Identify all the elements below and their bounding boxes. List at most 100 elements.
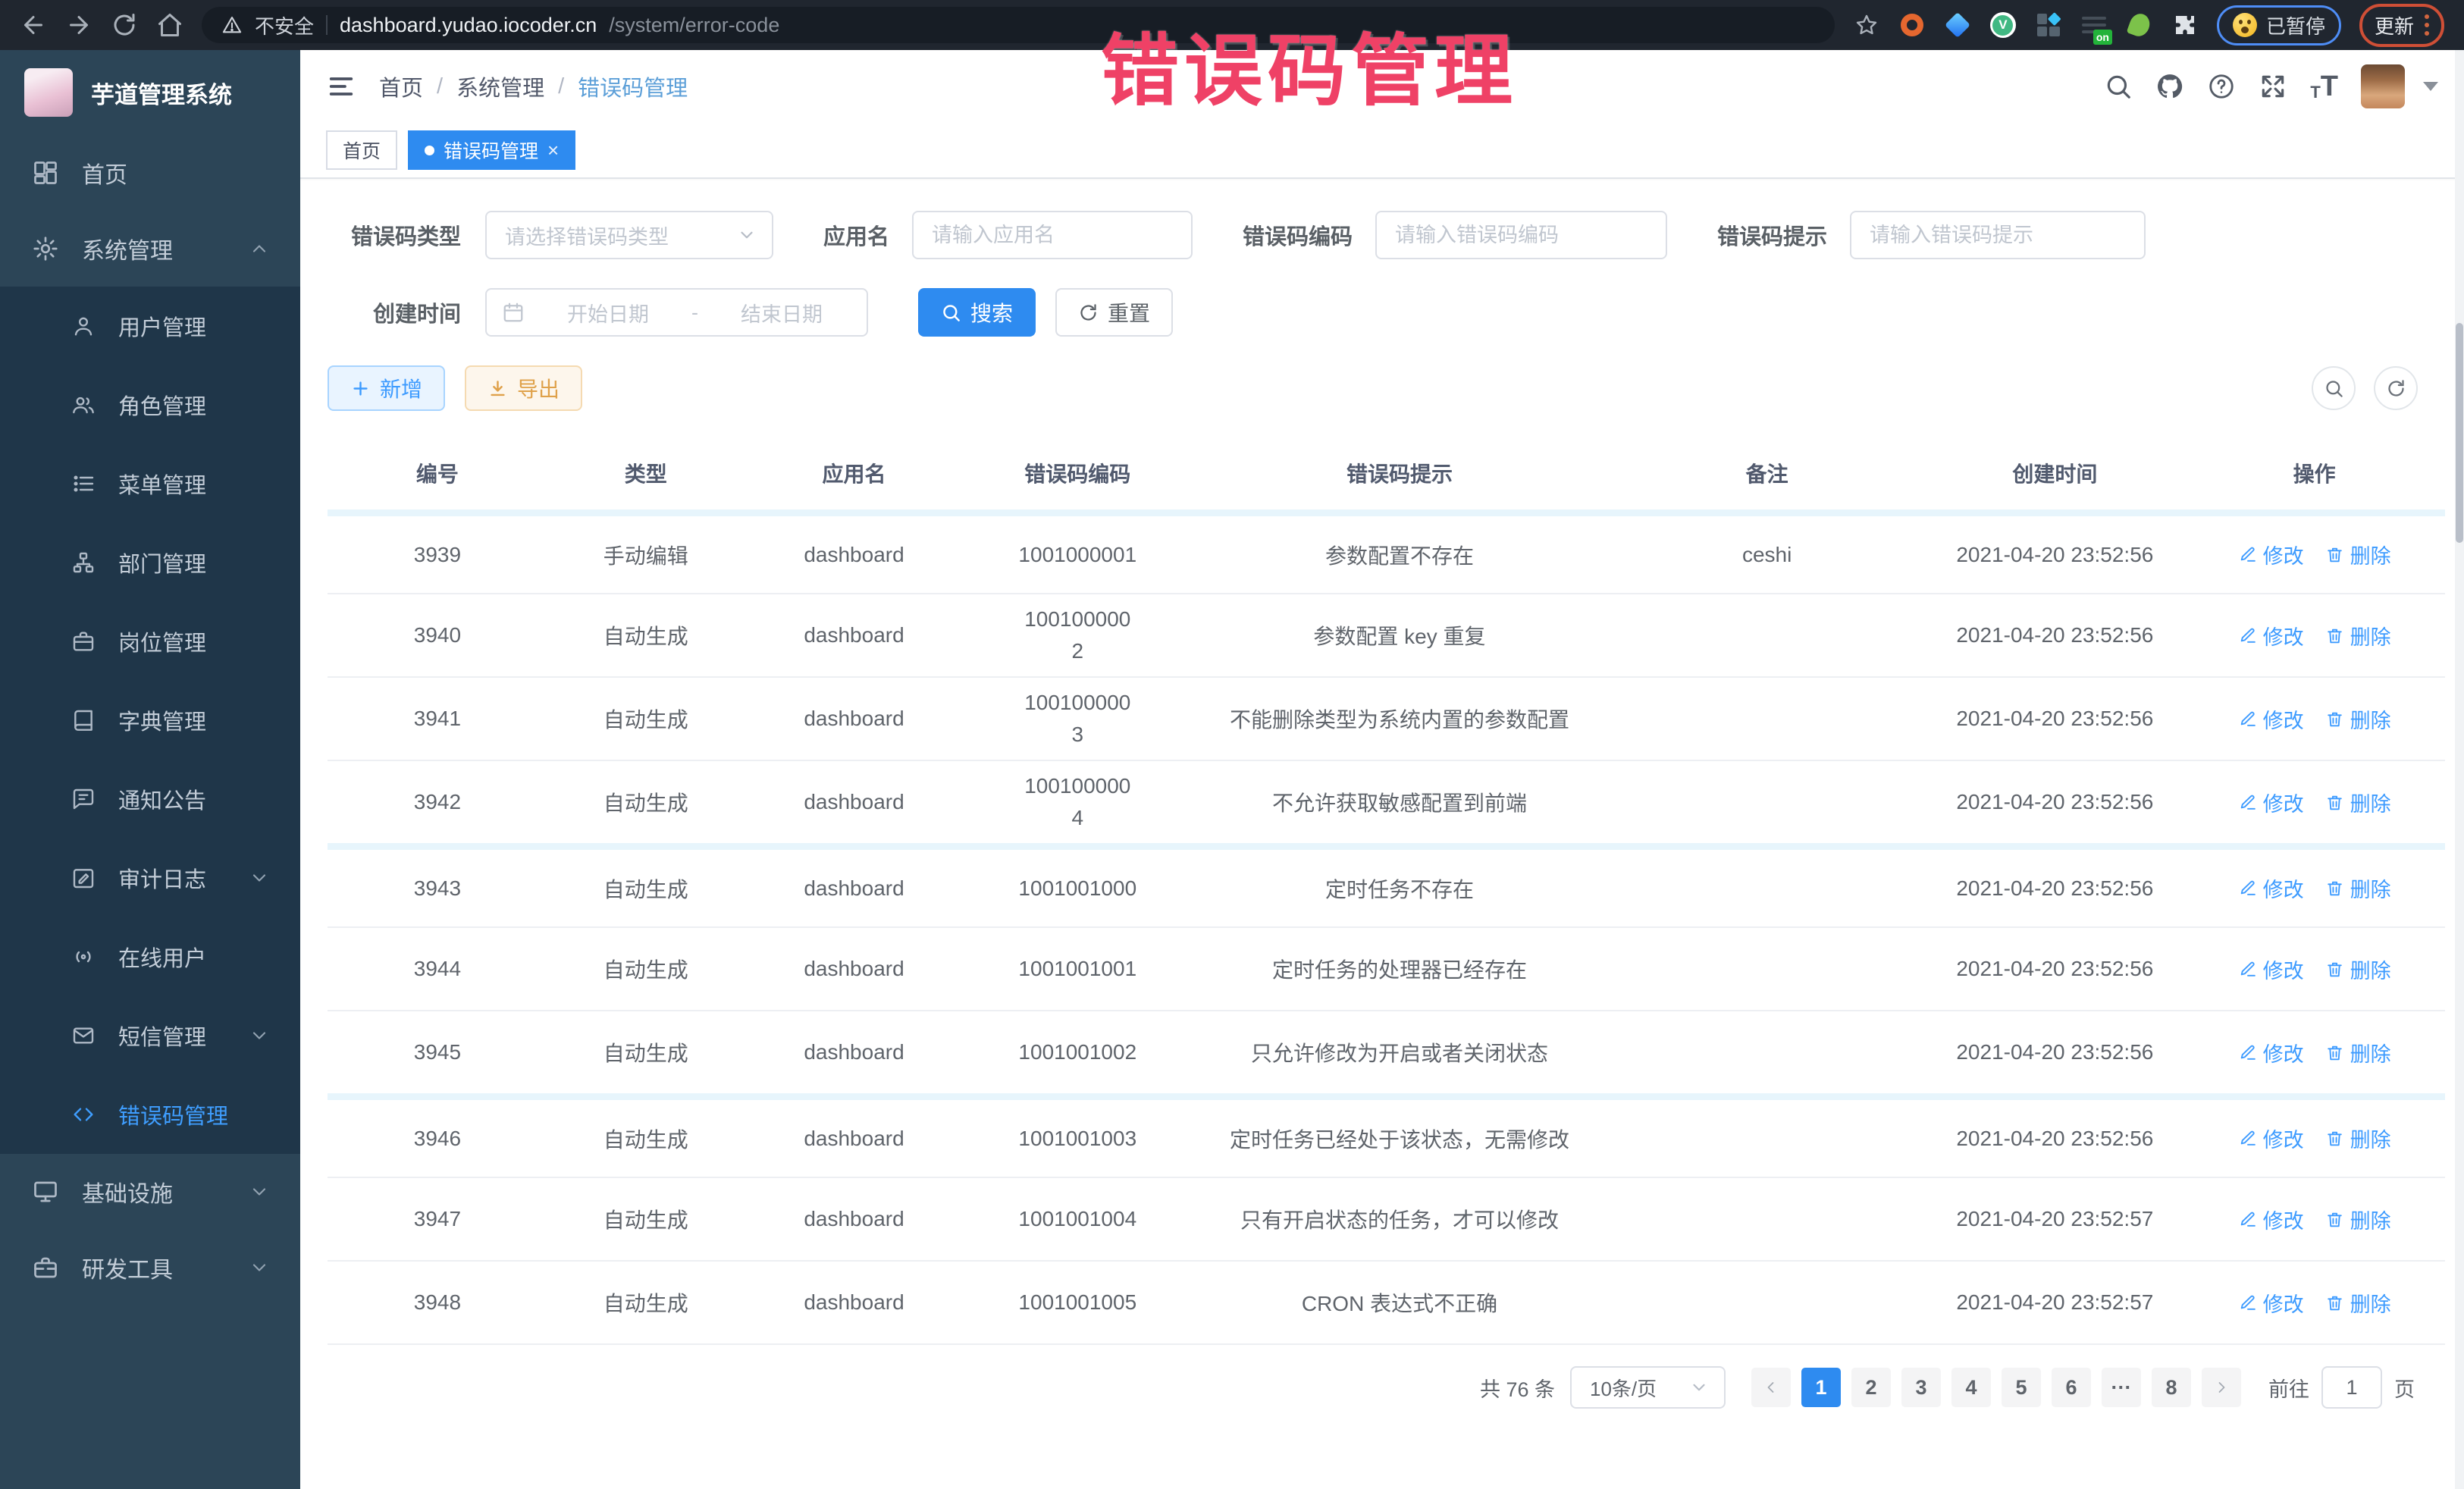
sidebar-item-dev-tools[interactable]: 研发工具 (0, 1230, 300, 1306)
next-page-button[interactable] (2202, 1368, 2241, 1407)
end-date-placeholder[interactable]: 结束日期 (712, 298, 851, 328)
table-row[interactable]: 3942自动生成dashboard100100000 4不允许获取敏感配置到前端… (328, 760, 2445, 843)
error-hint-input[interactable] (1850, 211, 2146, 259)
browser-update-button[interactable]: 更新 (2359, 4, 2444, 47)
delete-link[interactable]: 删除 (2325, 873, 2391, 903)
reset-button[interactable]: 重置 (1055, 288, 1173, 337)
delete-link[interactable]: 删除 (2325, 1038, 2391, 1067)
scrollbar[interactable] (2455, 50, 2464, 1489)
user-avatar[interactable] (2361, 64, 2405, 108)
insecure-label[interactable]: 不安全 (255, 11, 314, 39)
close-icon[interactable]: × (547, 140, 559, 160)
reload-icon[interactable] (111, 11, 138, 39)
edit-link[interactable]: 修改 (2238, 704, 2304, 734)
gem-extension-icon[interactable] (1944, 11, 1971, 39)
page-button-8[interactable]: 8 (2152, 1368, 2191, 1407)
page-button-2[interactable]: 2 (1851, 1368, 1891, 1407)
sidebar-item-home[interactable]: 首页 (0, 135, 300, 211)
edit-link[interactable]: 修改 (2238, 621, 2304, 650)
table-row[interactable]: 3939手动编辑dashboard1001000001参数配置不存在ceshi2… (328, 509, 2445, 593)
sidebar-item-dept-mgmt[interactable]: 部门管理 (0, 523, 300, 602)
vue-devtools-icon[interactable]: V (1989, 11, 2017, 39)
edit-link[interactable]: 修改 (2238, 873, 2304, 903)
sidebar-item-user-mgmt[interactable]: 用户管理 (0, 287, 300, 365)
export-button[interactable]: 导出 (465, 365, 582, 411)
recorder-extension-icon[interactable] (1898, 11, 1926, 39)
back-icon[interactable] (20, 11, 47, 39)
edit-link[interactable]: 修改 (2238, 1205, 2304, 1234)
bookmark-star-icon[interactable] (1853, 11, 1880, 39)
proxy-extension-icon[interactable]: on (2080, 11, 2108, 39)
delete-link[interactable]: 删除 (2325, 788, 2391, 817)
edit-link[interactable]: 修改 (2238, 955, 2304, 984)
table-row[interactable]: 3945自动生成dashboard1001001002只允许修改为开启或者关闭状… (328, 1010, 2445, 1093)
paused-extension-badge[interactable]: 已暂停 (2217, 5, 2341, 45)
delete-link[interactable]: 删除 (2325, 1205, 2391, 1234)
sidebar-item-notice[interactable]: 通知公告 (0, 760, 300, 839)
app-logo[interactable]: 芋道管理系统 (0, 50, 300, 135)
date-range-picker[interactable]: 开始日期 - 结束日期 (485, 288, 868, 337)
sidebar-item-sms-mgmt[interactable]: 短信管理 (0, 996, 300, 1075)
table-row[interactable]: 3947自动生成dashboard1001001004只有开启状态的任务，才可以… (328, 1177, 2445, 1260)
edit-link[interactable]: 修改 (2238, 1038, 2304, 1067)
app-name-input[interactable] (912, 211, 1193, 259)
delete-link[interactable]: 删除 (2325, 1288, 2391, 1318)
page-button-4[interactable]: 4 (1951, 1368, 1991, 1407)
page-button-5[interactable]: 5 (2002, 1368, 2041, 1407)
refresh-button[interactable] (2374, 366, 2418, 410)
sidebar-item-online-users[interactable]: 在线用户 (0, 917, 300, 996)
page-button-6[interactable]: 6 (2052, 1368, 2091, 1407)
github-icon[interactable] (2155, 72, 2184, 101)
breadcrumb-item[interactable]: 系统管理 (456, 71, 544, 102)
prev-page-button[interactable] (1751, 1368, 1791, 1407)
edit-link[interactable]: 修改 (2238, 1124, 2304, 1153)
add-button[interactable]: 新增 (328, 365, 445, 411)
kebab-menu-icon[interactable] (2425, 14, 2429, 36)
scrollbar-thumb[interactable] (2456, 323, 2463, 543)
tab-home[interactable]: 首页 (326, 130, 397, 170)
table-row[interactable]: 3944自动生成dashboard1001001001定时任务的处理器已经存在2… (328, 926, 2445, 1010)
leaf-extension-icon[interactable] (2126, 11, 2153, 39)
font-size-icon[interactable]: TT (2310, 72, 2338, 101)
delete-link[interactable]: 删除 (2325, 955, 2391, 984)
search-button[interactable]: 搜索 (918, 288, 1036, 337)
edit-link[interactable]: 修改 (2238, 1288, 2304, 1318)
toggle-search-button[interactable] (2312, 366, 2356, 410)
goto-page-input[interactable] (2321, 1366, 2382, 1409)
table-row[interactable]: 3941自动生成dashboard100100000 3不能删除类型为系统内置的… (328, 676, 2445, 760)
table-row[interactable]: 3948自动生成dashboard1001001005CRON 表达式不正确20… (328, 1260, 2445, 1343)
page-size-select[interactable]: 10条/页 (1570, 1366, 1726, 1409)
delete-link[interactable]: 删除 (2325, 704, 2391, 734)
sidebar-item-post-mgmt[interactable]: 岗位管理 (0, 602, 300, 681)
sidebar-item-dict-mgmt[interactable]: 字典管理 (0, 681, 300, 760)
sidebar-item-audit-log[interactable]: 审计日志 (0, 839, 300, 917)
help-icon[interactable] (2207, 72, 2236, 101)
page-button-1[interactable]: 1 (1801, 1368, 1841, 1407)
table-row[interactable]: 3943自动生成dashboard1001001000定时任务不存在2021-0… (328, 843, 2445, 926)
sidebar-item-error-code[interactable]: 错误码管理 (0, 1075, 300, 1154)
edit-link[interactable]: 修改 (2238, 788, 2304, 817)
delete-link[interactable]: 删除 (2325, 1124, 2391, 1153)
start-date-placeholder[interactable]: 开始日期 (538, 298, 678, 328)
grid-extension-icon[interactable] (2035, 11, 2062, 39)
edit-link[interactable]: 修改 (2238, 540, 2304, 569)
delete-link[interactable]: 删除 (2325, 540, 2391, 569)
table-row[interactable]: 3946自动生成dashboard1001001003定时任务已经处于该状态，无… (328, 1093, 2445, 1177)
sidebar-item-system-mgmt[interactable]: 系统管理 (0, 211, 300, 287)
sidebar-item-infrastructure[interactable]: 基础设施 (0, 1154, 300, 1230)
sidebar-item-menu-mgmt[interactable]: 菜单管理 (0, 444, 300, 523)
forward-icon[interactable] (65, 11, 92, 39)
fullscreen-icon[interactable] (2259, 72, 2287, 101)
tab-error-code[interactable]: 错误码管理 × (408, 130, 575, 170)
delete-link[interactable]: 删除 (2325, 621, 2391, 650)
page-ellipsis[interactable]: ··· (2102, 1368, 2141, 1407)
chevron-down-icon[interactable] (2423, 82, 2438, 91)
hamburger-icon[interactable] (326, 71, 356, 102)
search-icon[interactable] (2104, 72, 2133, 101)
breadcrumb-item[interactable]: 首页 (379, 71, 423, 102)
page-button-3[interactable]: 3 (1901, 1368, 1941, 1407)
address-bar[interactable]: 不安全 dashboard.yudao.iocoder.cn/system/er… (202, 7, 1835, 43)
extensions-puzzle-icon[interactable] (2171, 11, 2199, 39)
home-icon[interactable] (156, 11, 183, 39)
sidebar-item-role-mgmt[interactable]: 角色管理 (0, 365, 300, 444)
